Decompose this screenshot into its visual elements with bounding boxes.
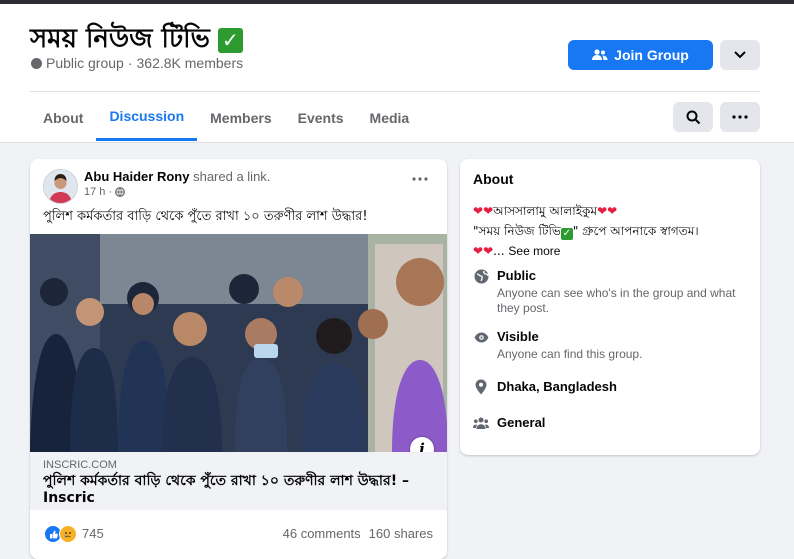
- post-options-button[interactable]: [408, 173, 432, 185]
- greeting-line: ❤❤আসসালামু আলাইকুম❤❤: [473, 201, 753, 221]
- link-title[interactable]: পুলিশ কর্মকর্তার বাড়ি থেকে পুঁতে রাখা ১…: [43, 473, 428, 507]
- link-domain: INSCRIC.COM: [43, 459, 117, 471]
- search-button[interactable]: [673, 102, 713, 132]
- post-action: shared a link.: [193, 169, 271, 184]
- heart-icon: ❤: [607, 204, 618, 218]
- link-preview-box[interactable]: INSCRIC.COM পুলিশ কর্মকর্তার বাড়ি থেকে …: [30, 452, 447, 510]
- globe-icon: [31, 57, 42, 69]
- more-icon: [732, 115, 748, 119]
- about-item-title: General: [497, 415, 546, 430]
- globe-icon: [115, 187, 125, 197]
- more-options-dropdown[interactable]: [720, 40, 760, 70]
- see-more-link[interactable]: See more: [508, 244, 560, 258]
- link-preview-image[interactable]: i: [30, 234, 447, 452]
- more-icon: [412, 177, 428, 181]
- group-description: ❤❤আসসালামু আলাইকুম❤❤ "সময় নিউজ টিভি ✓ " গ…: [473, 201, 753, 261]
- sad-icon: [59, 525, 77, 543]
- privacy-label: Public group: [46, 55, 124, 71]
- welcome-line: "সময় নিউজ টিভি ✓ " গ্রুপে আপনাকে স্বাগতম।: [473, 221, 753, 241]
- tab-discussion[interactable]: Discussion: [96, 94, 198, 141]
- about-card: About ❤❤আসসালামু আলাইকুম❤❤ "সময় নিউজ টি…: [460, 159, 760, 455]
- tab-events[interactable]: Events: [285, 94, 357, 141]
- group-tabs: About Discussion Members Events Media: [30, 94, 422, 142]
- join-group-button[interactable]: Join Group: [568, 40, 713, 70]
- heart-icon: ❤: [597, 204, 608, 218]
- chevron-down-icon: [734, 51, 746, 59]
- about-item-subtitle: Anyone can see who's in the group and wh…: [497, 286, 736, 315]
- heart-icon: ❤: [473, 204, 484, 218]
- tab-media[interactable]: Media: [357, 94, 423, 141]
- eye-icon: [473, 329, 489, 345]
- welcome-text-start: "সময় নিউজ টিভি: [473, 224, 561, 238]
- greeting-text: আসসালামু আলাইকুম: [493, 204, 598, 218]
- join-group-label: Join Group: [614, 47, 689, 63]
- post-meta: 17 h ·: [84, 186, 125, 198]
- about-item-title: Public: [497, 268, 537, 283]
- tab-members[interactable]: Members: [197, 94, 284, 141]
- heart-icon: ❤: [473, 244, 484, 258]
- post-time[interactable]: 17 h: [84, 186, 105, 198]
- group-header: সময় নিউজ টিভি ✓ Public group · 362.8K m…: [0, 4, 794, 143]
- author-name[interactable]: Abu Haider Rony: [84, 169, 189, 184]
- tab-about[interactable]: About: [30, 94, 96, 141]
- about-item-title: Dhaka, Bangladesh: [497, 379, 617, 394]
- shares-count[interactable]: 160 shares: [369, 526, 433, 541]
- post-header: Abu Haider Rony shared a link.: [84, 169, 270, 184]
- meta-separator: ·: [108, 186, 113, 198]
- reaction-count[interactable]: 745: [82, 526, 104, 541]
- add-people-icon: [592, 49, 608, 60]
- header-divider: [30, 91, 760, 92]
- post-text: পুলিশ কর্মকর্তার বাড়ি থেকে পুঁতে রাখা ১…: [43, 209, 368, 224]
- reaction-icons[interactable]: [44, 525, 77, 543]
- search-icon: [686, 110, 700, 124]
- about-item-subtitle: Anyone can find this group.: [497, 347, 643, 361]
- comments-count[interactable]: 46 comments: [283, 526, 361, 541]
- check-mark-icon: ✓: [217, 27, 243, 53]
- ellipsis: ...: [493, 244, 509, 258]
- about-heading: About: [473, 171, 514, 187]
- engagement-counts: 46 comments 160 shares: [283, 526, 433, 541]
- location-pin-icon: [473, 379, 489, 395]
- globe-icon: [473, 268, 489, 284]
- about-item-title: Visible: [497, 329, 539, 344]
- separator: ·: [127, 55, 133, 71]
- check-mark-icon: ✓: [560, 228, 573, 240]
- members-count[interactable]: 362.8K members: [137, 55, 244, 71]
- heart-icon: ❤: [483, 204, 494, 218]
- welcome-text-end: " গ্রুপে আপনাকে স্বাগতম।: [572, 224, 699, 238]
- reactions-bar: 745 46 comments 160 shares: [30, 521, 447, 547]
- people-icon: [473, 415, 489, 431]
- more-button[interactable]: [720, 102, 760, 132]
- avatar[interactable]: [43, 169, 78, 204]
- see-more-line: ❤❤... See more: [473, 241, 753, 261]
- group-info: Public group · 362.8K members: [31, 55, 243, 71]
- feed-post: Abu Haider Rony shared a link. 17 h · পু…: [30, 159, 447, 559]
- heart-icon: ❤: [483, 244, 494, 258]
